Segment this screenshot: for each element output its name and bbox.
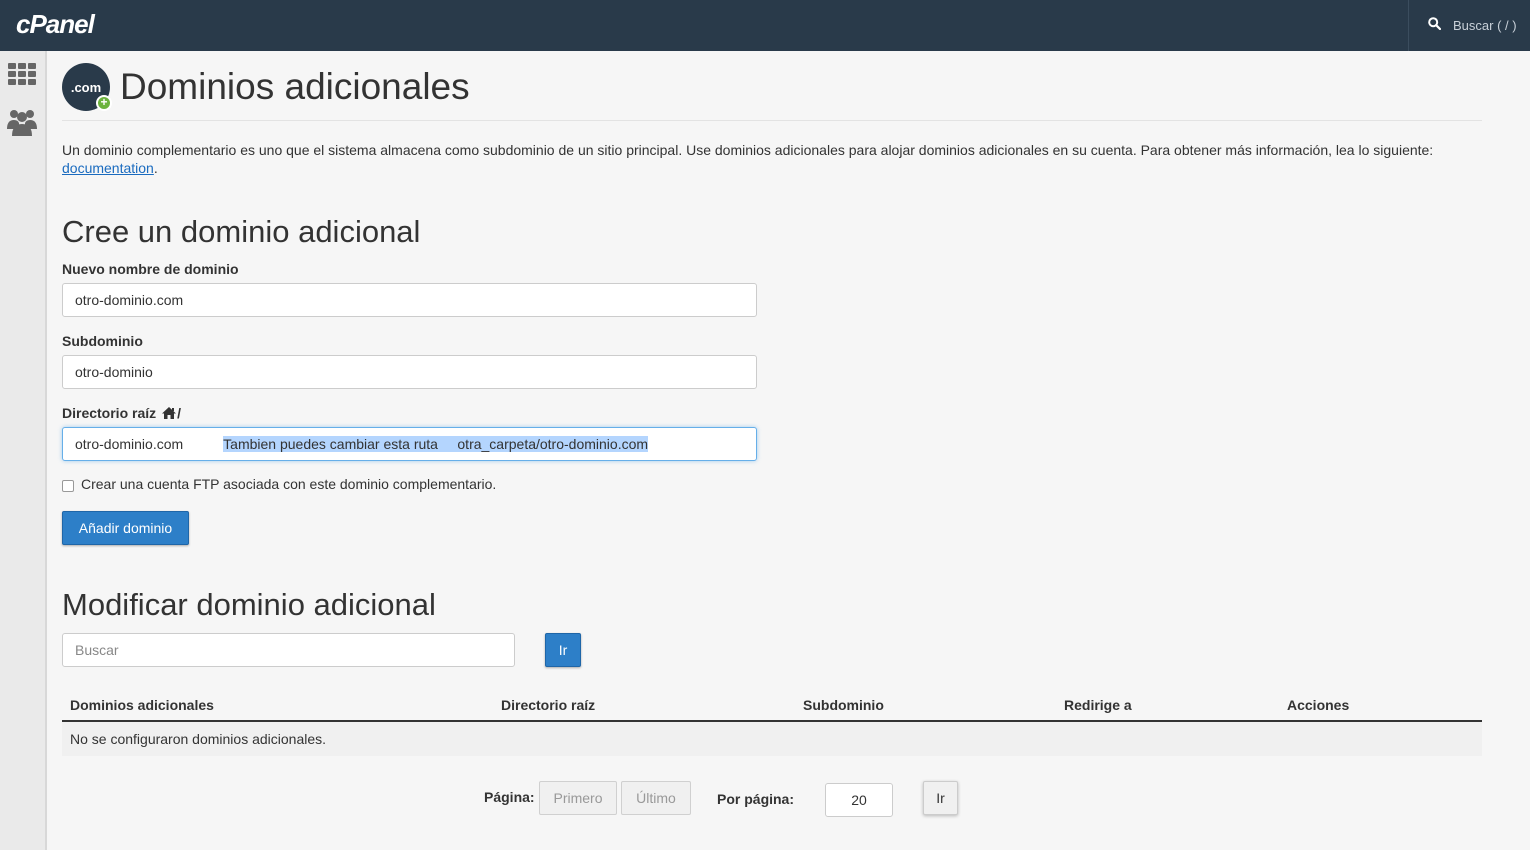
column-addon-domains[interactable]: Dominios adicionales: [62, 691, 493, 722]
page-title: Dominios adicionales: [120, 66, 470, 107]
page-header: .com + Dominios adicionales: [62, 63, 470, 111]
column-root-directory[interactable]: Directorio raíz: [493, 691, 795, 722]
column-subdomain[interactable]: Subdominio: [795, 691, 1056, 722]
last-page-button[interactable]: Último: [621, 781, 691, 815]
documentation-link[interactable]: documentation: [62, 160, 154, 176]
subdomain-label: Subdominio: [62, 333, 143, 349]
selected-text: Tambien puedes cambiar esta ruta otra_ca…: [223, 436, 649, 452]
header-divider: [62, 120, 1482, 121]
table-header-row: Dominios adicionales Directorio raíz Sub…: [62, 691, 1482, 722]
domain-label: Nuevo nombre de dominio: [62, 261, 239, 277]
root-label: Directorio raíz: [62, 405, 157, 421]
global-search[interactable]: Buscar ( / ): [1428, 17, 1517, 33]
first-page-button[interactable]: Primero: [539, 781, 617, 815]
root-label-row: Directorio raíz /: [62, 405, 181, 421]
column-redirects-to[interactable]: Redirige a: [1056, 691, 1279, 722]
per-page-label: Por página:: [717, 791, 795, 807]
intro-text: Un dominio complementario es uno que el …: [62, 141, 1462, 177]
grid-icon[interactable]: [6, 59, 38, 89]
modify-heading: Modificar dominio adicional: [62, 587, 436, 622]
root-suffix: /: [177, 405, 182, 421]
add-domain-button[interactable]: Añadir dominio: [62, 511, 189, 545]
ftp-option: Crear una cuenta FTP asociada con este d…: [62, 476, 496, 492]
addon-domain-icon: .com +: [62, 63, 112, 111]
subdomain-input[interactable]: otro-dominio: [62, 355, 757, 389]
cpanel-logo[interactable]: cPanel: [16, 9, 95, 40]
home-icon: [161, 406, 177, 420]
addon-domain-icon-text: .com: [70, 79, 102, 95]
domain-input[interactable]: otro-dominio.com: [62, 283, 757, 317]
create-heading: Cree un dominio adicional: [62, 214, 421, 249]
ftp-checkbox[interactable]: [62, 479, 74, 492]
search-go-button[interactable]: Ir: [545, 633, 581, 667]
global-search-label: Buscar ( / ): [1453, 17, 1517, 33]
per-page-input[interactable]: [825, 783, 893, 817]
addon-domains-table: Dominios adicionales Directorio raíz Sub…: [62, 691, 1482, 756]
search-input[interactable]: [62, 633, 515, 667]
search-icon: [1428, 17, 1442, 33]
search-divider: [1408, 0, 1409, 51]
table-row: No se configuraron dominios adicionales.: [62, 721, 1482, 756]
column-actions: Acciones: [1279, 691, 1482, 722]
root-directory-input[interactable]: otro-dominio.com Tambien puedes cambiar e…: [62, 427, 757, 461]
top-bar: cPanel Buscar ( / ): [0, 0, 1530, 51]
empty-message: No se configuraron dominios adicionales.: [62, 721, 1482, 756]
users-icon[interactable]: [6, 107, 38, 137]
per-page-go-button[interactable]: Ir: [923, 781, 958, 815]
sidebar: [0, 51, 47, 850]
intro-end: .: [153, 160, 158, 176]
plus-icon: +: [96, 95, 112, 111]
root-directory-value: otro-dominio.com: [75, 436, 184, 452]
ftp-label: Crear una cuenta FTP asociada con este d…: [81, 476, 497, 492]
page-label: Página:: [484, 789, 535, 805]
intro-body: Un dominio complementario es uno que el …: [62, 142, 1434, 158]
